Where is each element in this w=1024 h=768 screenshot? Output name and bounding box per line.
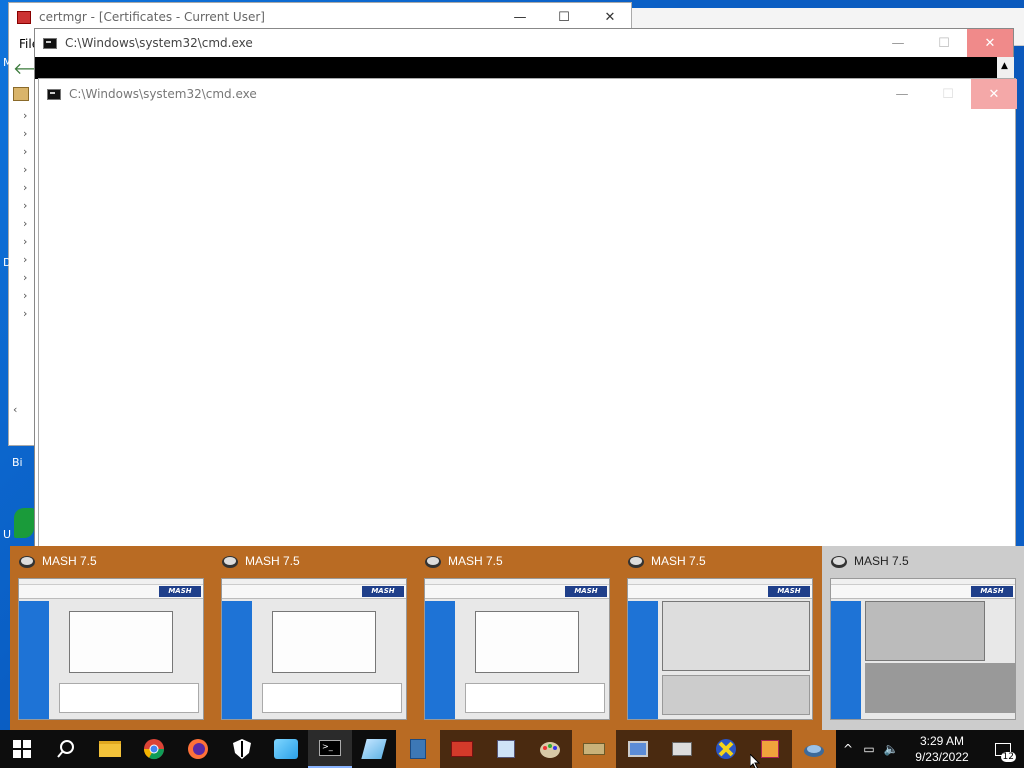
network-icon[interactable]: ▭ [858, 742, 880, 756]
taskbar: >_ ^ ▭ 🔈 3:29 AM 9/23/2022 12 [0, 730, 1024, 768]
thumbnail-title: MASH 7.5 [651, 554, 706, 568]
toolbox-icon[interactable] [440, 730, 484, 768]
thumbnail-preview: MASH [830, 578, 1016, 720]
desktop-label-d: D [3, 256, 12, 269]
scroll-left-icon[interactable]: ‹ [13, 403, 17, 416]
calculator-icon[interactable] [396, 730, 440, 768]
thumbnail-mash-1[interactable]: MASH 7.5 MASH [10, 546, 212, 730]
thumbnail-title: MASH 7.5 [245, 554, 300, 568]
tree-chevron-icon[interactable]: › [23, 127, 27, 140]
cmd-back-titlebar[interactable]: C:\Windows\system32\cmd.exe [35, 29, 1013, 57]
paint-icon[interactable] [528, 730, 572, 768]
thumbnail-title: MASH 7.5 [854, 554, 909, 568]
certmgr-maximize-button[interactable]: ☐ [541, 3, 587, 31]
chrome-icon[interactable] [132, 730, 176, 768]
mash-icon[interactable] [792, 730, 836, 768]
desktop-app-icon[interactable] [14, 508, 34, 538]
cmd-front-title: C:\Windows\system32\cmd.exe [69, 87, 257, 101]
cmd-icon[interactable]: >_ [308, 730, 352, 768]
thumbnail-preview: MASH [424, 578, 610, 720]
certmgr-tree-panel: › › › › › › › › › › › › ‹ [9, 103, 35, 433]
thumbnail-preview: MASH [18, 578, 204, 720]
mash-icon [830, 552, 848, 570]
cmd-back-minimize-button[interactable]: — [875, 29, 921, 57]
cmd-back-title: C:\Windows\system32\cmd.exe [65, 36, 253, 50]
thumbnail-title: MASH 7.5 [448, 554, 503, 568]
tree-chevron-icon[interactable]: › [23, 145, 27, 158]
desktop-label-u: U [3, 528, 12, 541]
tree-chevron-icon[interactable]: › [23, 289, 27, 302]
cmd-window-front[interactable]: C:\Windows\system32\cmd.exe — ☐ ✕ [38, 78, 1017, 548]
chevron-up-icon[interactable]: ^ [838, 742, 858, 756]
desktop-label-m: M [3, 56, 13, 69]
photo-app-icon[interactable] [264, 730, 308, 768]
cmd-back-close-button[interactable]: ✕ [967, 29, 1013, 57]
certmgr-app-icon [17, 10, 31, 24]
thumbnail-mash-4[interactable]: MASH 7.5 MASH [619, 546, 821, 730]
volume-icon[interactable]: 🔈 [880, 742, 902, 756]
system-tray: ^ ▭ 🔈 3:29 AM 9/23/2022 12 [838, 730, 1024, 768]
mash-icon [18, 552, 36, 570]
tree-chevron-icon[interactable]: › [23, 199, 27, 212]
thumbnail-mash-3[interactable]: MASH 7.5 MASH [416, 546, 618, 730]
search-icon[interactable] [44, 730, 88, 768]
scanner-icon[interactable] [572, 730, 616, 768]
thumbnail-mash-2[interactable]: MASH 7.5 MASH [213, 546, 415, 730]
firefox-icon[interactable] [176, 730, 220, 768]
certmgr-minimize-button[interactable]: — [497, 3, 543, 31]
3d-app-icon[interactable] [484, 730, 528, 768]
thumbnail-preview: MASH [627, 578, 813, 720]
thumbnail-title: MASH 7.5 [42, 554, 97, 568]
thumbnail-mash-5[interactable]: MASH 7.5 MASH [822, 546, 1024, 730]
cmd-back-console[interactable] [35, 57, 997, 79]
cmd-front-minimize-button[interactable]: — [879, 79, 925, 109]
security-shield-icon[interactable] [220, 730, 264, 768]
file-explorer-icon[interactable] [88, 730, 132, 768]
clock[interactable]: 3:29 AM 9/23/2022 [902, 733, 982, 765]
cmd-front-close-button[interactable]: ✕ [971, 79, 1017, 109]
desktop-label-bi: Bi [12, 456, 23, 469]
certmgr-close-button[interactable]: ✕ [587, 3, 633, 31]
tree-chevron-icon[interactable]: › [23, 253, 27, 266]
thumbnail-preview: MASH [221, 578, 407, 720]
tree-chevron-icon[interactable]: › [23, 217, 27, 230]
scroll-up-icon[interactable]: ▲ [1001, 61, 1008, 71]
tree-chevron-icon[interactable]: › [23, 109, 27, 122]
windows-start-icon[interactable] [0, 730, 44, 768]
clock-date: 9/23/2022 [915, 750, 969, 764]
notification-count: 12 [1000, 752, 1016, 762]
x-app-icon[interactable] [704, 730, 748, 768]
tree-chevron-icon[interactable]: › [23, 271, 27, 284]
tree-chevron-icon[interactable]: › [23, 307, 27, 320]
tree-chevron-icon[interactable]: › [23, 235, 27, 248]
mash-icon [424, 552, 442, 570]
mash-icon [221, 552, 239, 570]
notification-button[interactable]: 12 [982, 730, 1024, 768]
cmd-front-maximize-button[interactable]: ☐ [925, 79, 971, 109]
certmgr-tree-icon[interactable] [13, 87, 29, 101]
certmgr-title: certmgr - [Certificates - Current User] [39, 10, 265, 24]
cmd-back-app-icon [43, 37, 57, 49]
edit-app-icon[interactable] [352, 730, 396, 768]
tree-chevron-icon[interactable]: › [23, 163, 27, 176]
network-app-icon[interactable] [660, 730, 704, 768]
cmd-back-maximize-button[interactable]: ☐ [921, 29, 967, 57]
cmd-front-console[interactable] [39, 109, 1015, 547]
clock-time: 3:29 AM [919, 734, 965, 748]
tree-chevron-icon[interactable]: › [23, 181, 27, 194]
computer-app-icon[interactable] [616, 730, 660, 768]
cmd-front-titlebar[interactable]: C:\Windows\system32\cmd.exe [39, 79, 1015, 109]
back-arrow-icon[interactable]: 🡐 [13, 61, 56, 77]
cmd-front-app-icon [47, 88, 61, 100]
mouse-cursor-icon [749, 752, 762, 768]
taskbar-thumbnail-strip: MASH 7.5 MASH MASH 7.5 MASH MASH 7.5 MAS… [10, 546, 1024, 730]
mash-icon [627, 552, 645, 570]
